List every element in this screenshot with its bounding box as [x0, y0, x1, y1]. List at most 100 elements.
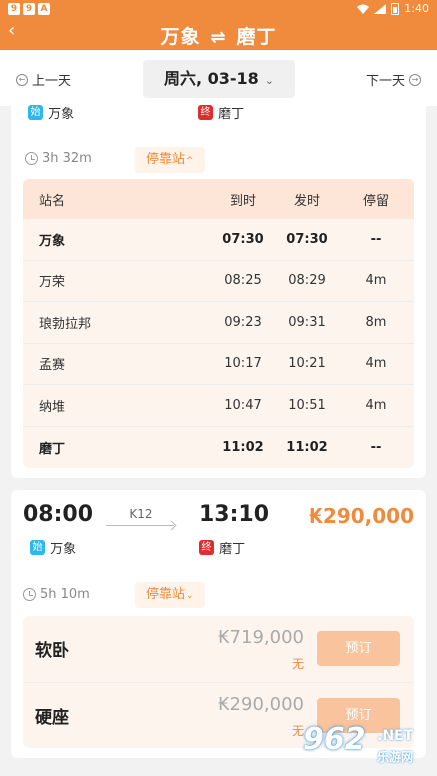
stop-depart: 11:02 — [286, 439, 328, 455]
stop-stay: 4m — [365, 273, 387, 289]
watermark-site: 乐游网 — [377, 750, 414, 764]
arrow-right-icon — [106, 525, 174, 526]
destination-station: 终 磨丁 — [199, 537, 245, 557]
stop-depart: 10:21 — [288, 356, 326, 372]
duration-text: 3h 32m — [42, 151, 92, 166]
col-arrive: 到时 — [229, 193, 256, 209]
site-watermark: 962 .NET 乐游网 — [303, 722, 431, 770]
stops-label: 停靠站 — [146, 152, 186, 167]
notification-icon: A — [38, 3, 50, 15]
table-row: 万象 07:30 07:30 -- — [23, 219, 414, 261]
clock-icon — [23, 588, 36, 601]
seat-type: 软卧 — [35, 641, 69, 661]
stops-table-header: 站名 到时 发时 停留 — [23, 179, 414, 219]
stop-stay: 8m — [365, 314, 387, 330]
status-time: 1:40 — [404, 2, 429, 15]
stop-depart: 08:29 — [288, 273, 326, 289]
route-title: 万象 ⇌ 磨丁 — [0, 22, 437, 49]
stop-stay: -- — [370, 231, 382, 247]
seat-price: ₭290,000 — [218, 694, 304, 715]
stop-name: 磨丁 — [39, 441, 66, 457]
prev-day-label: 上一天 — [32, 74, 72, 89]
watermark-suffix: .NET — [377, 728, 414, 744]
seat-availability: 无 — [291, 657, 304, 671]
stop-arrive: 11:02 — [222, 439, 264, 455]
depart-time: 08:00 — [23, 502, 94, 527]
seat-row: 软卧 ₭719,000 无 预订 — [23, 616, 414, 682]
notification-icon: 9 — [23, 3, 35, 15]
table-row: 孟赛 10:17 10:21 4m — [23, 344, 414, 385]
col-station: 站名 — [39, 193, 66, 209]
origin-station-name: 万象 — [50, 542, 77, 557]
prev-day-button[interactable]: ← 上一天 — [16, 70, 71, 89]
stops-table: 站名 到时 发时 停留 万象 07:30 07:30 -- 万荣 08:25 0… — [23, 179, 414, 468]
signal-icon — [374, 3, 387, 14]
watermark-number: 962 — [303, 722, 366, 757]
status-bar: 9 9 A 1:40 — [0, 0, 437, 20]
date-label: 周六, 03-18 — [163, 69, 259, 88]
chevron-down-icon: ⌄ — [186, 591, 194, 601]
duration: 5h 10m — [23, 587, 90, 602]
destination-station: 终 磨丁 — [198, 102, 244, 122]
col-stay: 停留 — [362, 193, 389, 209]
app-header: 9 9 A 1:40 ‹ 万象 ⇌ 磨丁 — [0, 0, 437, 50]
stop-stay: 4m — [365, 356, 387, 372]
destination-city: 磨丁 — [236, 26, 277, 48]
stop-depart: 07:30 — [286, 231, 328, 247]
origin-station-name: 万象 — [48, 107, 75, 122]
stop-name: 万象 — [39, 233, 66, 249]
train-card[interactable]: 08:00 K12 13:10 ₭290,000 始 万象 终 磨丁 5h 10… — [11, 490, 426, 758]
stop-arrive: 07:30 — [222, 231, 264, 247]
stop-arrive: 09:23 — [224, 314, 262, 330]
notification-icon: 9 — [8, 3, 20, 15]
duration-text: 5h 10m — [40, 587, 90, 602]
origin-city: 万象 — [160, 26, 201, 48]
notification-icons: 9 9 A — [8, 3, 50, 15]
stop-name: 孟赛 — [39, 358, 66, 374]
stop-arrive: 10:17 — [224, 356, 262, 372]
table-row: 纳堆 10:47 10:51 4m — [23, 385, 414, 427]
destination-station-name: 磨丁 — [219, 542, 246, 557]
stop-depart: 10:51 — [288, 397, 326, 413]
destination-station-name: 磨丁 — [218, 107, 245, 122]
next-day-label: 下一天 — [365, 74, 405, 89]
end-badge: 终 — [198, 105, 213, 120]
clock-icon — [25, 152, 38, 165]
wifi-icon — [357, 4, 370, 14]
battery-icon — [391, 2, 400, 15]
stop-stay: 4m — [365, 397, 387, 413]
arrow-left-icon: ← — [16, 73, 28, 86]
origin-station: 始 万象 — [28, 102, 74, 122]
table-row: 万荣 08:25 08:29 4m — [23, 261, 414, 302]
start-badge: 始 — [28, 105, 43, 120]
seat-type: 硬座 — [35, 708, 69, 728]
lowest-price: ₭290,000 — [308, 504, 414, 528]
stop-name: 万荣 — [39, 275, 66, 291]
date-selector[interactable]: 周六, 03-18 ⌄ — [143, 60, 295, 98]
book-button[interactable]: 预订 — [317, 631, 400, 666]
col-depart: 发时 — [293, 193, 320, 209]
chevron-down-icon: ⌄ — [264, 74, 275, 87]
train-card: 始 万象 终 磨丁 3h 32m 停靠站^ 站名 到时 发时 停留 万象 07:… — [11, 105, 426, 478]
stop-depart: 09:31 — [288, 314, 326, 330]
table-row: 磨丁 11:02 11:02 -- — [23, 427, 414, 469]
table-row: 琅勃拉邦 09:23 09:31 8m — [23, 302, 414, 344]
date-bar: ← 上一天 周六, 03-18 ⌄ 下一天 → — [0, 50, 437, 106]
status-right: 1:40 — [357, 2, 429, 15]
chevron-up-icon: ^ — [186, 156, 194, 166]
next-day-button[interactable]: 下一天 → — [366, 70, 421, 89]
duration: 3h 32m — [25, 151, 92, 166]
stop-name: 琅勃拉邦 — [39, 316, 92, 332]
arrive-time: 13:10 — [199, 502, 270, 527]
swap-icon[interactable]: ⇌ — [210, 27, 226, 48]
seat-price: ₭719,000 — [218, 627, 304, 648]
stop-stay: -- — [370, 439, 382, 455]
stops-toggle-button[interactable]: 停靠站^ — [135, 147, 205, 173]
stop-name: 纳堆 — [39, 399, 66, 415]
start-badge: 始 — [30, 540, 45, 555]
origin-station: 始 万象 — [30, 537, 76, 557]
stops-toggle-button[interactable]: 停靠站⌄ — [135, 582, 205, 608]
arrow-right-icon: → — [409, 73, 421, 86]
end-badge: 终 — [199, 540, 214, 555]
stop-arrive: 10:47 — [224, 397, 262, 413]
